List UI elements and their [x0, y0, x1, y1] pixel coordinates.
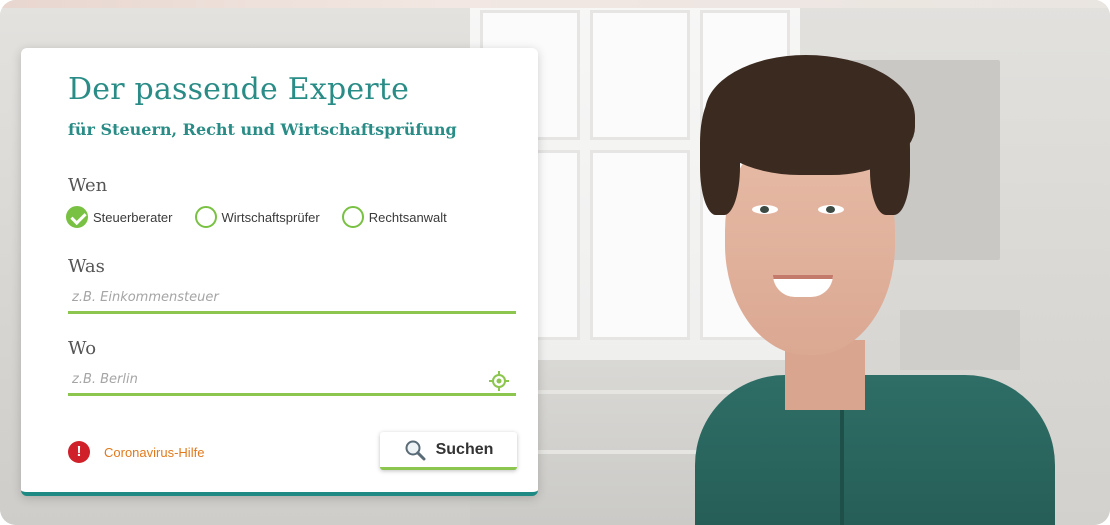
radio-rechtsanwalt[interactable]: Rechtsanwalt — [341, 206, 447, 228]
page-title: Der passende Experte — [68, 72, 410, 107]
radio-label: Steuerberater — [93, 209, 173, 225]
page-subtitle: für Steuern, Recht und Wirtschaftsprüfun… — [68, 120, 457, 139]
search-button-label: Suchen — [435, 440, 494, 458]
radio-circle-icon — [194, 206, 217, 228]
was-label: Was — [68, 256, 105, 277]
location-search-input[interactable] — [68, 366, 516, 396]
expert-type-radio-group: Steuerberater Wirtschaftsprüfer Rechtsan… — [66, 204, 469, 230]
radio-wirtschaftspruefer[interactable]: Wirtschaftsprüfer — [194, 206, 320, 228]
expert-search-card: Der passende Experte für Steuern, Recht … — [21, 48, 538, 496]
radio-circle-icon — [341, 206, 364, 228]
radio-label: Rechtsanwalt — [368, 209, 447, 225]
magnifier-icon — [405, 440, 426, 460]
coronavirus-help-label: Coronavirus-Hilfe — [104, 444, 205, 460]
hero-banner: Der passende Experte für Steuern, Recht … — [0, 0, 1110, 525]
location-crosshair-icon[interactable] — [489, 371, 509, 391]
search-button[interactable]: Suchen — [380, 432, 517, 470]
alert-icon: ! — [68, 441, 90, 463]
radio-label: Wirtschaftsprüfer — [221, 209, 320, 225]
wen-label: Wen — [68, 175, 108, 196]
wo-label: Wo — [68, 338, 97, 359]
radio-steuerberater[interactable]: Steuerberater — [66, 206, 173, 228]
coronavirus-help-link[interactable]: ! Coronavirus-Hilfe — [68, 441, 204, 463]
checkmark-icon — [66, 206, 88, 228]
smiling-woman-photo — [690, 55, 1070, 525]
topic-search-input[interactable] — [68, 284, 516, 314]
